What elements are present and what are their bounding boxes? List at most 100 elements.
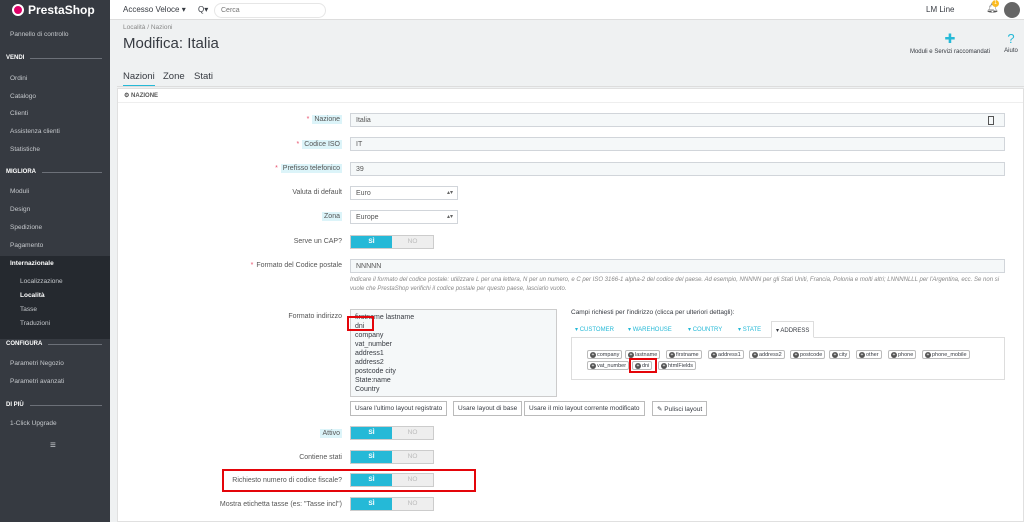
sidebar-item-upgrade[interactable]: 1-Click Upgrade [0, 420, 110, 427]
switch-yes[interactable]: SÌ [351, 427, 392, 439]
help-button[interactable]: ? Aiuto [998, 31, 1024, 54]
field-tabs: ▾ CUSTOMER ▾ WAREHOUSE ▾ COUNTRY ▾ STATE… [571, 318, 1005, 338]
sidebar-item-parametri-negozio[interactable]: Parametri Negozio [0, 360, 110, 367]
sidebar-item-catalogo[interactable]: Catalogo [0, 93, 110, 100]
zone-label: Zona [322, 212, 342, 221]
zip-needed-label: Serve un CAP? [293, 238, 342, 245]
switch-no[interactable]: NO [392, 451, 433, 463]
switch-yes[interactable]: SÌ [351, 451, 392, 463]
sidebar-section-configura: CONFIGURA [0, 341, 110, 347]
format-line: postcode city [355, 368, 396, 375]
sidebar-sub-localita[interactable]: Località [0, 292, 110, 299]
sidebar-item-internazionale[interactable]: Internazionale [0, 260, 110, 267]
zip-format-label: * Formato del Codice postale [250, 262, 342, 269]
currency-select[interactable]: Euro ▴▾ [350, 186, 458, 200]
help-label: Aiuto [1004, 48, 1018, 54]
last-layout-button[interactable]: Usare l'ultimo layout registrato [350, 401, 448, 416]
base-layout-button[interactable]: Usare layout di base [453, 401, 523, 416]
currency-label: Valuta di default [292, 189, 342, 196]
sidebar-item-assistenza[interactable]: Assistenza clienti [0, 128, 110, 135]
chip-htmlfields[interactable]: + htmlFields [658, 361, 697, 370]
address-format-label: Formato indirizzo [288, 313, 342, 320]
sidebar-section-vendi: VENDI [0, 55, 110, 61]
notifications-badge: 1 [992, 0, 999, 7]
switch-no[interactable]: NO [392, 427, 433, 439]
sidebar-toggle-icon[interactable]: ≡ [50, 440, 56, 451]
clear-layout-button[interactable]: ✎ Pulisci layout [652, 401, 708, 416]
phone-prefix-field[interactable]: 39 [350, 162, 1005, 176]
sidebar-item-spedizione[interactable]: Spedizione [0, 224, 110, 231]
shop-name[interactable]: LM Line [926, 5, 954, 14]
field-tab-warehouse[interactable]: ▾ WAREHOUSE [624, 321, 676, 338]
recommended-modules-button[interactable]: ✚ Moduli e Servizi raccomandati [900, 31, 1000, 55]
breadcrumb: Località / Nazioni [123, 24, 173, 31]
display-tax-label-switch[interactable]: SÌ NO [350, 497, 434, 511]
chip-phone-mobile[interactable]: + phone_mobile [922, 350, 970, 359]
sidebar-item-pagamento[interactable]: Pagamento [0, 242, 110, 249]
chip-postcode[interactable]: + postcode [790, 350, 826, 359]
quick-access-menu[interactable]: Accesso Veloce ▾ [123, 5, 186, 14]
sidebar-item-statistiche[interactable]: Statistiche [0, 146, 110, 153]
sidebar-item-moduli[interactable]: Moduli [0, 188, 110, 195]
format-line: company [355, 332, 384, 339]
sidebar: Pannello di controllo VENDI Ordini Catal… [0, 20, 110, 522]
switch-no[interactable]: NO [392, 236, 433, 248]
iso-label: * Codice ISO [296, 140, 342, 149]
search-input[interactable] [214, 3, 326, 18]
switch-yes[interactable]: SÌ [351, 236, 392, 248]
select-caret-icon: ▴▾ [446, 190, 453, 196]
chip-address1[interactable]: + address1 [708, 350, 744, 359]
iso-code-field[interactable]: IT [350, 137, 1005, 151]
top-bar: PrestaShop Accesso Veloce ▾ Q▾ LM Line 🔔… [0, 0, 1024, 20]
field-tab-address[interactable]: ▾ ADDRESS [771, 321, 815, 338]
active-switch[interactable]: SÌ NO [350, 426, 434, 440]
format-line: Country [355, 386, 380, 393]
field-tab-state[interactable]: ▾ STATE [734, 321, 765, 338]
sidebar-sub-tasse[interactable]: Tasse [0, 306, 110, 313]
zone-select[interactable]: Europe ▴▾ [350, 210, 458, 224]
recommended-modules-label: Moduli e Servizi raccomandati [909, 49, 991, 55]
sidebar-item-design[interactable]: Design [0, 206, 110, 213]
sidebar-sub-traduzioni[interactable]: Traduzioni [0, 320, 110, 327]
field-tab-country[interactable]: ▾ COUNTRY [684, 321, 726, 338]
zip-format-field[interactable]: NNNNN [350, 259, 1005, 273]
highlight-dni-line [347, 316, 374, 331]
language-flag-icon[interactable] [988, 116, 994, 125]
current-layout-button[interactable]: Usare il mio layout corrente modificato [524, 401, 645, 416]
panel-heading: ⚙ NAZIONE [124, 93, 159, 99]
sidebar-sub-localizzazione[interactable]: Localizzazione [0, 278, 110, 285]
sidebar-section-migliora: MIGLIORA [0, 169, 110, 175]
chip-vat-number[interactable]: + vat_number [587, 361, 630, 370]
tab-stati[interactable]: Stati [194, 71, 213, 82]
address-format-textarea[interactable]: firstname lastname dni company vat_numbe… [350, 309, 557, 397]
chip-other[interactable]: + other [856, 350, 882, 359]
contains-states-label: Contiene stati [299, 454, 342, 461]
tab-nazioni[interactable]: Nazioni [123, 71, 155, 87]
tab-zone[interactable]: Zone [163, 71, 185, 82]
contains-states-switch[interactable]: SÌ NO [350, 450, 434, 464]
puzzle-icon: ✚ [944, 31, 956, 46]
required-fields-title: Campi richiesti per l'indirizzo (clicca … [571, 309, 735, 316]
format-line: vat_number [355, 341, 392, 348]
sidebar-item-parametri-avanzati[interactable]: Parametri avanzati [0, 378, 110, 385]
field-tab-customer[interactable]: ▾ CUSTOMER [571, 321, 618, 338]
format-line: State:name [355, 377, 391, 384]
zip-needed-switch[interactable]: SÌ NO [350, 235, 434, 249]
help-icon: ? [1007, 31, 1015, 46]
chip-phone[interactable]: + phone [888, 350, 917, 359]
sidebar-item-dashboard[interactable]: Pannello di controllo [0, 31, 110, 38]
chip-address2[interactable]: + address2 [749, 350, 785, 359]
search-icon[interactable]: Q▾ [198, 5, 208, 14]
prestashop-logo[interactable]: PrestaShop [0, 0, 110, 20]
format-line: dni [355, 323, 365, 330]
chip-company[interactable]: + company [587, 350, 623, 359]
country-field[interactable]: Italia [350, 113, 1005, 127]
chip-city[interactable]: + city [829, 350, 851, 359]
chip-firstname[interactable]: + firstname [666, 350, 702, 359]
sidebar-item-clienti[interactable]: Clienti [0, 110, 110, 117]
sidebar-item-ordini[interactable]: Ordini [0, 75, 110, 82]
switch-no[interactable]: NO [392, 498, 433, 510]
active-label: Attivo [320, 429, 342, 438]
avatar[interactable] [1004, 2, 1020, 18]
switch-yes[interactable]: SÌ [351, 498, 392, 510]
